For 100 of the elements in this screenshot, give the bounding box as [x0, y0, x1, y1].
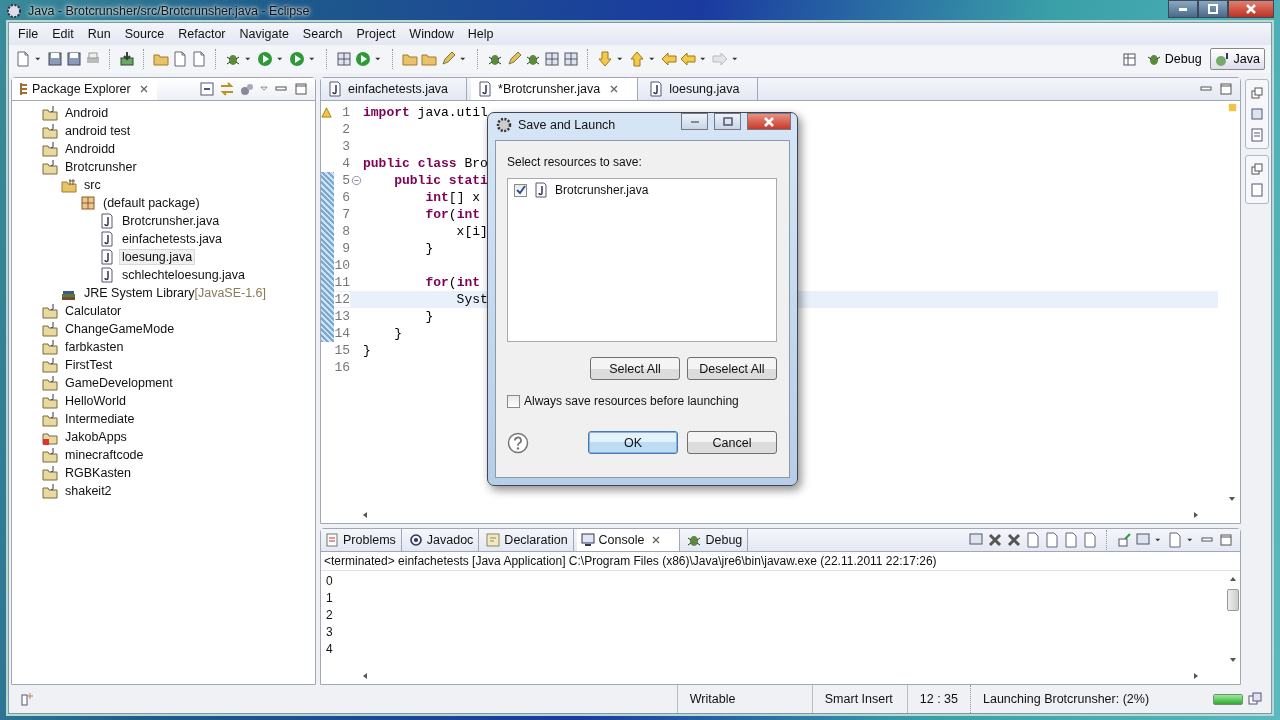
maximize-icon[interactable] — [293, 81, 309, 97]
fast-view-icon[interactable] — [19, 691, 35, 707]
tree-item[interactable]: Intermediate — [62, 411, 138, 427]
filter-icon[interactable] — [239, 81, 255, 97]
menu-item[interactable]: Window — [402, 25, 461, 43]
close-icon[interactable] — [651, 535, 662, 545]
page-icon[interactable] — [1025, 532, 1041, 548]
tree-item[interactable]: schlechteloesung.java — [119, 267, 248, 283]
menu-item[interactable]: Search — [295, 25, 350, 43]
view-tab[interactable]: Declaration — [482, 529, 574, 551]
maximize-button[interactable] — [714, 113, 741, 130]
tree-item[interactable]: Android — [62, 105, 112, 121]
pencil-icon[interactable] — [440, 51, 456, 67]
task-list-icon[interactable] — [1249, 127, 1265, 143]
close-button[interactable] — [1228, 0, 1274, 18]
close-button[interactable] — [747, 113, 791, 130]
tree-item[interactable]: FirstTest — [62, 357, 116, 373]
view-tab[interactable]: Problems — [321, 529, 402, 551]
tree-item[interactable]: (default package) — [100, 195, 203, 211]
tree-item[interactable]: shakeit2 — [62, 483, 115, 499]
editor-tab[interactable]: *Brotcrunsher.java — [471, 78, 639, 100]
minimize-button[interactable] — [681, 113, 708, 130]
down-arrow-icon[interactable] — [597, 51, 613, 67]
scroll-thumb[interactable] — [1227, 589, 1239, 611]
view-tab[interactable]: Javadoc — [404, 529, 480, 551]
grid-icon[interactable] — [544, 51, 560, 67]
progress-view-icon[interactable] — [1247, 691, 1263, 707]
pencil-icon[interactable] — [506, 51, 522, 67]
fold-icon[interactable] — [351, 175, 362, 186]
tree-item[interactable]: loesung.java — [119, 249, 196, 265]
back-arrow-icon[interactable] — [661, 51, 677, 67]
perspective-button[interactable]: Java — [1209, 48, 1265, 70]
menu-item[interactable]: Run — [80, 25, 118, 43]
run-icon[interactable] — [289, 51, 305, 67]
menu-item[interactable]: File — [11, 25, 46, 43]
help-icon[interactable] — [507, 431, 529, 454]
remove-icon[interactable] — [987, 532, 1003, 548]
menu-item[interactable]: Refactor — [171, 25, 233, 43]
menu-item[interactable]: Help — [460, 25, 501, 43]
outline-icon[interactable] — [1249, 106, 1265, 122]
checkbox[interactable] — [507, 394, 520, 408]
scroll-left-icon[interactable] — [361, 511, 369, 519]
scroll-up-icon[interactable] — [1229, 575, 1237, 583]
tree-item[interactable]: Brotcrunsher — [62, 159, 140, 175]
folder-icon[interactable] — [402, 51, 418, 67]
scroll-down-icon[interactable] — [1228, 495, 1236, 503]
folder-icon[interactable] — [153, 51, 169, 67]
tree-item[interactable]: Androidd — [62, 141, 119, 157]
minimize-button[interactable] — [1168, 0, 1198, 18]
tree-item[interactable]: minecraftcode — [62, 447, 147, 463]
maximize-icon[interactable] — [1218, 532, 1234, 548]
scroll-down-icon[interactable] — [1229, 656, 1237, 664]
restore-icon[interactable] — [1249, 85, 1265, 101]
page-icon[interactable] — [1249, 182, 1265, 198]
pin-icon[interactable] — [1116, 532, 1132, 548]
scroll-left-icon[interactable] — [361, 672, 369, 680]
menu-item[interactable]: Navigate — [232, 25, 296, 43]
ok-button[interactable]: OK — [588, 431, 678, 454]
box-icon[interactable] — [119, 51, 135, 67]
remove-icon[interactable] — [1006, 532, 1022, 548]
grid-icon[interactable] — [336, 51, 352, 67]
run-icon[interactable] — [257, 51, 273, 67]
page-icon[interactable] — [1063, 532, 1079, 548]
grid-icon[interactable] — [563, 51, 579, 67]
run-icon[interactable] — [355, 51, 371, 67]
tree-item[interactable]: HelloWorld — [62, 393, 129, 409]
cancel-button[interactable]: Cancel — [687, 431, 777, 454]
back-arrow-icon[interactable] — [680, 51, 696, 67]
tree-item[interactable]: src — [81, 177, 104, 193]
editor-tab[interactable]: einfachetests.java — [321, 78, 468, 100]
tree-item[interactable]: einfachetests.java — [119, 231, 226, 247]
tree-item[interactable]: android test — [62, 123, 134, 139]
maximize-icon[interactable] — [1218, 81, 1234, 97]
tree-item[interactable]: Brotcrunsher.java — [119, 213, 223, 229]
restore-icon[interactable] — [1249, 161, 1265, 177]
menu-item[interactable]: Source — [117, 25, 172, 43]
perspective-button[interactable]: Debug — [1140, 48, 1207, 70]
tree-item[interactable]: ChangeGameMode — [62, 321, 178, 337]
view-tab[interactable]: Debug — [683, 529, 749, 551]
deselect-all-button[interactable]: Deselect All — [687, 357, 777, 380]
up-arrow-icon[interactable] — [629, 51, 645, 67]
page-icon[interactable] — [172, 51, 188, 67]
close-icon[interactable] — [609, 84, 620, 94]
tree-item[interactable]: GameDevelopment — [62, 375, 176, 391]
save-icon[interactable] — [66, 51, 82, 67]
select-all-button[interactable]: Select All — [590, 357, 680, 380]
close-icon[interactable] — [138, 84, 149, 94]
page-icon[interactable] — [1082, 532, 1098, 548]
page-icon[interactable] — [1044, 532, 1060, 548]
maximize-button[interactable] — [1198, 0, 1228, 18]
save-icon[interactable] — [47, 51, 63, 67]
page-icon[interactable] — [191, 51, 207, 67]
page-icon[interactable] — [1167, 532, 1183, 548]
menu-item[interactable]: Edit — [45, 25, 81, 43]
checkbox[interactable] — [514, 183, 527, 197]
view-tab[interactable]: Console — [576, 529, 681, 551]
collapse-all-icon[interactable] — [199, 81, 215, 97]
folder-icon[interactable] — [421, 51, 437, 67]
scroll-right-icon[interactable] — [1192, 672, 1200, 680]
tree-item[interactable]: JRE System Library[JavaSE-1.6] — [81, 285, 270, 301]
